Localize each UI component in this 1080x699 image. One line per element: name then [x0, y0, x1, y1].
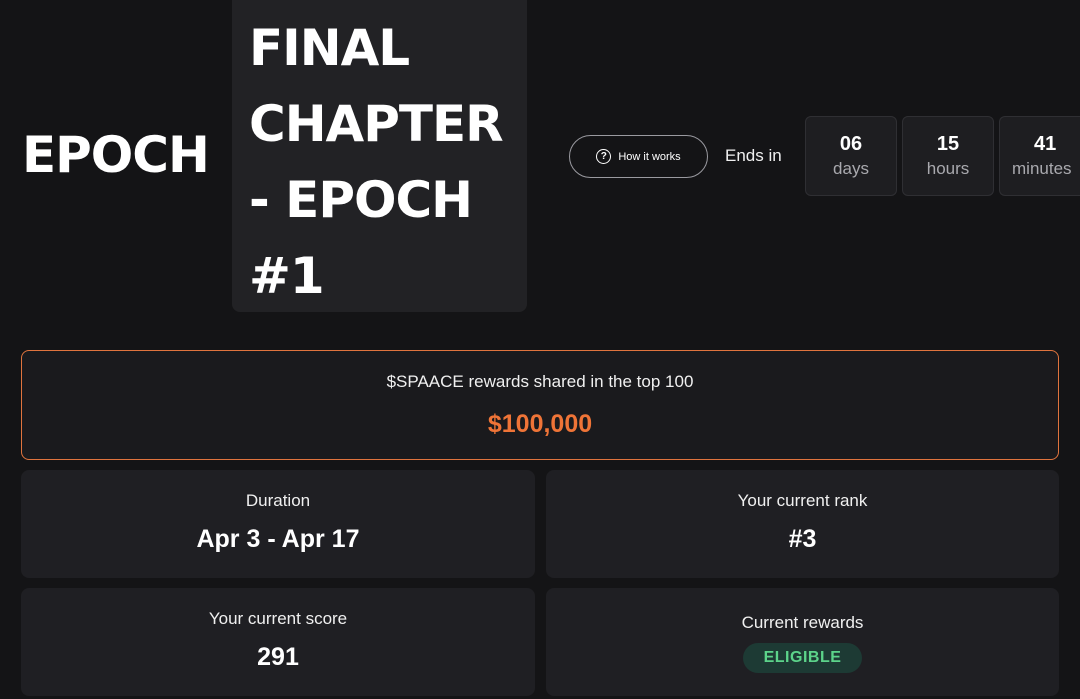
rewards-pool-card: $SPAACE rewards shared in the top 100 $1… [21, 350, 1059, 460]
countdown-hours: 15 hours [902, 116, 994, 196]
current-rewards-label: Current rewards [741, 613, 864, 632]
countdown-minutes-value: 41 [1034, 133, 1057, 155]
current-rewards-card: Current rewards ELIGIBLE [546, 588, 1059, 696]
duration-card: Duration Apr 3 - Apr 17 [21, 470, 535, 578]
rank-label: Your current rank [737, 491, 868, 510]
countdown-hours-value: 15 [936, 133, 960, 155]
how-it-works-button[interactable]: ? How it works [569, 135, 708, 178]
rewards-pool-value: $100,000 [487, 410, 593, 438]
countdown-days-value: 06 [839, 133, 863, 155]
countdown-minutes-unit: minutes [1012, 159, 1072, 178]
score-label: Your current score [208, 609, 348, 628]
countdown-hours-unit: hours [926, 159, 970, 178]
rank-card: Your current rank #3 [546, 470, 1059, 578]
rewards-pool-label: $SPAACE rewards shared in the top 100 [386, 372, 694, 391]
help-circle-icon: ? [596, 149, 612, 164]
rank-value: #3 [788, 525, 817, 553]
eligible-status-badge: ELIGIBLE [742, 643, 863, 673]
epoch-page: EPOCH FINAL CHAPTER - EPOCH #1 ? How it … [0, 0, 1080, 699]
countdown-minutes: 41 minutes [999, 116, 1080, 196]
ends-in-label: Ends in [725, 146, 782, 165]
how-it-works-label: How it works [618, 150, 681, 163]
chapter-title-box: FINAL CHAPTER - EPOCH #1 [232, 0, 527, 312]
countdown-days-unit: days [833, 159, 869, 178]
epoch-label: EPOCH [22, 126, 210, 184]
duration-label: Duration [245, 491, 311, 510]
countdown-days: 06 days [805, 116, 897, 196]
score-value: 291 [257, 643, 299, 671]
duration-value: Apr 3 - Apr 17 [196, 525, 360, 553]
chapter-title: FINAL CHAPTER - EPOCH #1 [249, 19, 504, 305]
score-card: Your current score 291 [21, 588, 535, 696]
